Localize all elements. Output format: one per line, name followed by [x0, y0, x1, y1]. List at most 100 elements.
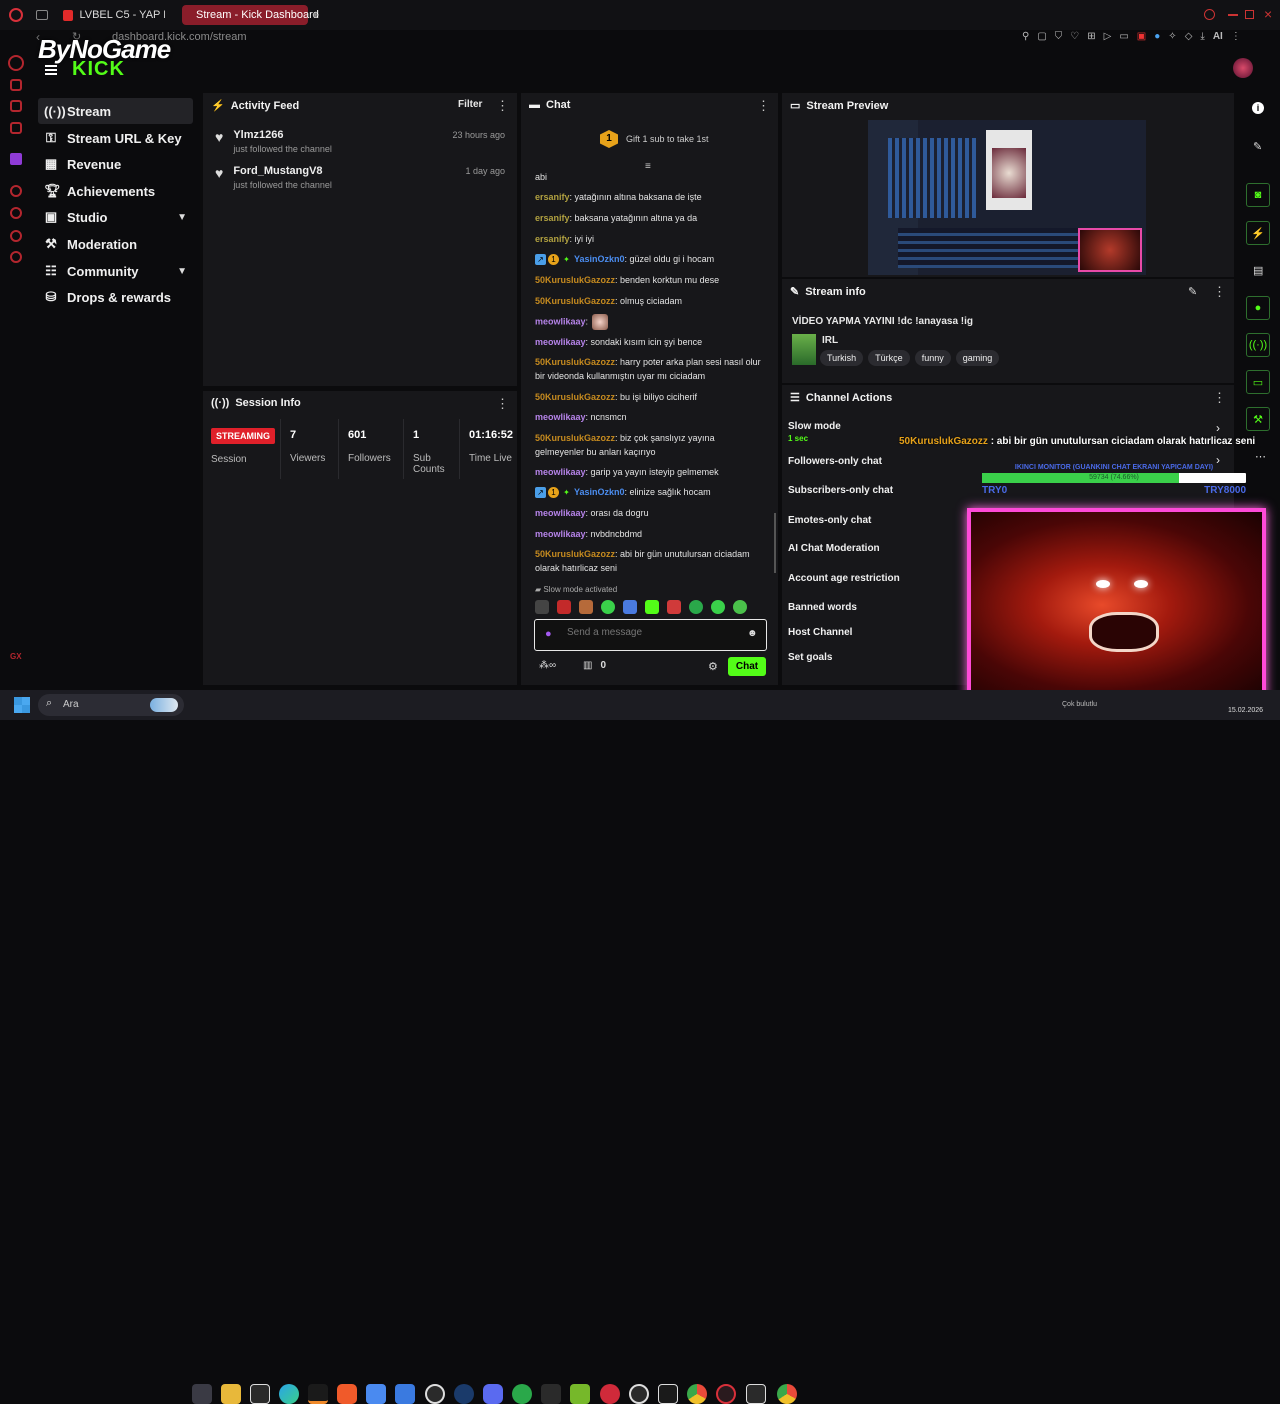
notes-icon[interactable]: ▤ — [1253, 264, 1263, 277]
chrome-icon[interactable] — [687, 1384, 707, 1404]
chat-input-box[interactable]: ● ☻ — [534, 619, 767, 651]
nav-stream-url-key[interactable]: ⚿ Stream URL & Key — [38, 125, 193, 151]
wallet-icon[interactable]: ◇ — [1185, 31, 1193, 42]
chat-settings-icon[interactable]: ⚙ — [708, 660, 718, 673]
raid-button[interactable]: ⚡ — [1246, 221, 1270, 245]
chat-username[interactable]: 50KuruslukGazozz — [535, 275, 615, 285]
action-host-channel[interactable]: Host Channel — [788, 627, 852, 638]
chat-username[interactable]: 50KuruslukGazozz — [535, 549, 615, 559]
nav-moderation[interactable]: ⚒ Moderation — [38, 231, 193, 257]
edit-icon[interactable]: ✎ — [1188, 285, 1197, 298]
action-slow-mode[interactable]: Slow mode 1 sec — [788, 421, 841, 443]
follower-name[interactable]: Ford_MustangV8 — [233, 165, 332, 177]
action-set-goals[interactable]: Set goals — [788, 652, 832, 663]
snapshot-icon[interactable]: ▢ — [1037, 31, 1046, 42]
more-options-icon[interactable]: ⋮ — [1213, 284, 1226, 300]
task-view-icon[interactable] — [192, 1384, 212, 1404]
emote-icon[interactable] — [557, 600, 571, 614]
avatar[interactable] — [1233, 58, 1253, 78]
ide-icon[interactable] — [308, 1384, 328, 1404]
ai-button[interactable]: AI — [1213, 31, 1223, 42]
tools-rail-button[interactable]: ⚒ — [1246, 407, 1270, 431]
settings-icon[interactable] — [10, 251, 22, 263]
extensions-icon[interactable]: ✧ — [1168, 31, 1176, 42]
emoji-icon[interactable]: ☻ — [747, 628, 758, 639]
tab-kick-dashboard[interactable]: Stream - Kick Dashboard — [182, 5, 319, 25]
opera-logo-icon[interactable] — [9, 8, 23, 22]
chat-input[interactable] — [567, 627, 737, 638]
pin-icon[interactable]: ⚲ — [1022, 31, 1029, 42]
taskbar-date[interactable]: 15.02.2026 — [1228, 707, 1263, 714]
maximize-button[interactable] — [1245, 10, 1254, 19]
chat-username[interactable]: meowlikaay — [535, 337, 586, 347]
pinboard-icon[interactable] — [10, 230, 22, 242]
file-explorer-icon[interactable] — [221, 1384, 241, 1404]
nav-revenue[interactable]: ▦ Revenue — [38, 151, 193, 177]
messenger-icon[interactable] — [10, 100, 22, 112]
follower-name[interactable]: Ylmz1266 — [233, 129, 332, 141]
chat-username[interactable]: meowlikaay — [535, 529, 586, 539]
tag[interactable]: gaming — [955, 350, 1000, 366]
instagram-icon[interactable] — [10, 122, 22, 134]
translate-icon[interactable]: ⊞ — [1087, 31, 1095, 42]
broadcast-rail-button[interactable]: ((·)) — [1246, 333, 1270, 357]
nav-community[interactable]: ☷ Community ▼ — [38, 258, 193, 284]
xbox-icon[interactable] — [512, 1384, 532, 1404]
mail-icon[interactable] — [395, 1384, 415, 1404]
extension-blue-icon[interactable]: ● — [1154, 31, 1160, 42]
more-options-icon[interactable]: ⋮ — [496, 396, 509, 412]
cast-icon[interactable]: ▭ — [1119, 31, 1128, 42]
chat-rail-button[interactable]: ● — [1246, 296, 1270, 320]
gift-leaderboard[interactable]: 1 Gift 1 sub to take 1st — [600, 130, 709, 148]
chat-username[interactable]: 50KuruslukGazozz — [535, 392, 615, 402]
chat-username[interactable]: YasinOzkn0 — [574, 254, 625, 264]
emote-icon[interactable] — [711, 600, 725, 614]
more-options-icon[interactable]: ⋮ — [757, 98, 770, 114]
emote-icon[interactable] — [667, 600, 681, 614]
emote-icon[interactable] — [623, 600, 637, 614]
expand-icon[interactable]: ⋯ — [1255, 450, 1266, 463]
chat-username[interactable]: ersanify — [535, 213, 570, 223]
action-ai-moderation[interactable]: AI Chat Moderation — [788, 543, 880, 554]
store-icon[interactable] — [366, 1384, 386, 1404]
minimize-button[interactable] — [1228, 14, 1238, 16]
steam-icon[interactable] — [454, 1384, 474, 1404]
app-circle-icon[interactable] — [629, 1384, 649, 1404]
app-dark-icon[interactable] — [746, 1384, 766, 1404]
aria-icon[interactable] — [10, 79, 22, 91]
play-icon[interactable]: ▷ — [1104, 31, 1112, 42]
history-icon[interactable] — [10, 207, 22, 219]
emote-icon[interactable] — [689, 600, 703, 614]
action-followers-only[interactable]: Followers-only chat — [788, 456, 882, 467]
filter-button[interactable]: Filter — [458, 99, 482, 110]
obs-icon[interactable] — [425, 1384, 445, 1404]
download-icon[interactable]: ⤓ — [1200, 31, 1204, 42]
tab-music[interactable]: LVBEL C5 - YAP BANA BE — [55, 5, 173, 25]
app-icon[interactable] — [250, 1384, 270, 1404]
nav-stream[interactable]: ((·)) Stream — [38, 98, 193, 124]
twitch-icon[interactable] — [10, 153, 22, 165]
close-window-button[interactable]: × — [1264, 6, 1272, 22]
kick-logo[interactable]: KICK — [72, 58, 125, 81]
discord-icon[interactable] — [483, 1384, 503, 1404]
windows-start-icon[interactable] — [14, 697, 30, 713]
more-options-icon[interactable]: ⋮ — [1213, 390, 1226, 406]
menu-icon[interactable]: ⋮ — [1231, 31, 1241, 42]
scrollbar[interactable] — [774, 513, 776, 573]
chat-username[interactable]: meowlikaay — [535, 467, 586, 477]
emote-icon[interactable] — [645, 600, 659, 614]
workspaces-icon[interactable] — [36, 10, 48, 20]
action-banned-words[interactable]: Banned words — [788, 602, 857, 613]
tag[interactable]: funny — [914, 350, 951, 366]
shield-icon[interactable]: ⛉ — [1055, 31, 1063, 42]
chat-username[interactable]: 50KuruslukGazozz — [535, 433, 615, 443]
new-tab-button[interactable]: + — [312, 7, 320, 22]
info-icon[interactable]: i — [1252, 102, 1264, 114]
chat-username[interactable]: meowlikaay — [535, 316, 586, 326]
chat-username[interactable]: 50KuruslukGazozz — [535, 296, 615, 306]
hamburger-menu-icon[interactable] — [45, 65, 57, 75]
search-tabs-icon[interactable] — [1204, 9, 1215, 20]
emote-icon[interactable] — [535, 600, 549, 614]
send-chat-button[interactable]: Chat — [728, 657, 766, 676]
category-name[interactable]: IRL — [822, 335, 838, 346]
